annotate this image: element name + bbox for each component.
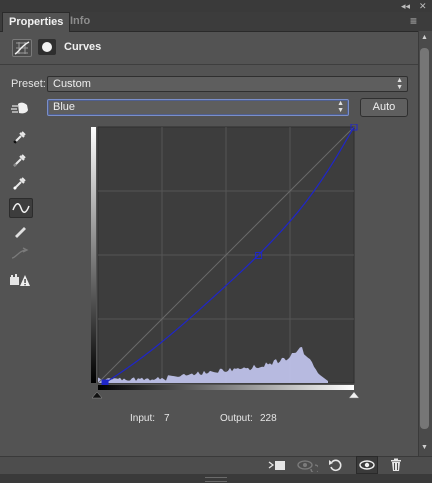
panel-top-strip: ◂◂ ✕ — [0, 0, 432, 12]
output-label: Output: — [220, 413, 253, 424]
reset-icon[interactable] — [326, 456, 346, 474]
scroll-up-icon[interactable]: ▲ — [421, 34, 428, 41]
panel-title: Curves — [64, 41, 101, 53]
input-gradient-bar — [98, 385, 354, 390]
scroll-down-icon[interactable]: ▼ — [421, 444, 428, 451]
smooth-curve-icon[interactable] — [9, 245, 31, 263]
preset-select[interactable]: Custom ▲ ▼ — [47, 76, 408, 92]
black-point-slider[interactable] — [92, 392, 102, 398]
input-value: 7 — [164, 413, 170, 424]
tab-bar: Properties Info ≡ — [0, 12, 432, 32]
output-value: 228 — [260, 413, 277, 424]
curve-point-tool-icon[interactable] — [9, 198, 33, 218]
clipping-warning-icon[interactable] — [9, 271, 31, 289]
clip-to-layer-icon[interactable] — [267, 456, 287, 474]
panel-menu-icon[interactable]: ≡ — [410, 14, 417, 28]
white-point-eyedropper-icon[interactable] — [9, 174, 31, 192]
preset-value: Custom — [53, 78, 91, 90]
close-panel-icon[interactable]: ✕ — [419, 0, 427, 12]
tab-info[interactable]: Info — [64, 12, 96, 31]
trash-icon[interactable] — [386, 456, 406, 474]
curves-adjustment-icon[interactable] — [12, 39, 32, 57]
channel-select[interactable]: Blue ▲ ▼ — [47, 99, 349, 116]
scrollbar-thumb[interactable] — [420, 48, 429, 429]
curves-graph[interactable] — [88, 124, 362, 402]
gray-point-eyedropper-icon[interactable] — [9, 151, 31, 169]
select-arrows-icon: ▲ ▼ — [396, 77, 403, 91]
pencil-draw-icon[interactable] — [9, 222, 31, 240]
header-divider — [0, 64, 418, 65]
tab-properties[interactable]: Properties — [2, 12, 70, 32]
panel-resize-grip[interactable] — [0, 474, 432, 483]
on-image-adjust-hand-icon[interactable] — [9, 99, 31, 117]
output-gradient-bar — [91, 127, 96, 383]
black-point-eyedropper-icon[interactable] — [9, 128, 31, 146]
select-arrows-icon: ▲ ▼ — [337, 100, 344, 114]
channel-value: Blue — [53, 101, 75, 113]
layer-mask-icon[interactable] — [38, 39, 56, 55]
visibility-eye-icon[interactable] — [356, 456, 378, 474]
input-label: Input: — [130, 413, 155, 424]
preset-label: Preset: — [11, 78, 46, 90]
white-point-slider[interactable] — [349, 392, 359, 398]
collapse-panel-icon[interactable]: ◂◂ — [401, 0, 410, 12]
auto-button[interactable]: Auto — [360, 98, 408, 117]
view-previous-state-icon[interactable] — [296, 456, 318, 474]
